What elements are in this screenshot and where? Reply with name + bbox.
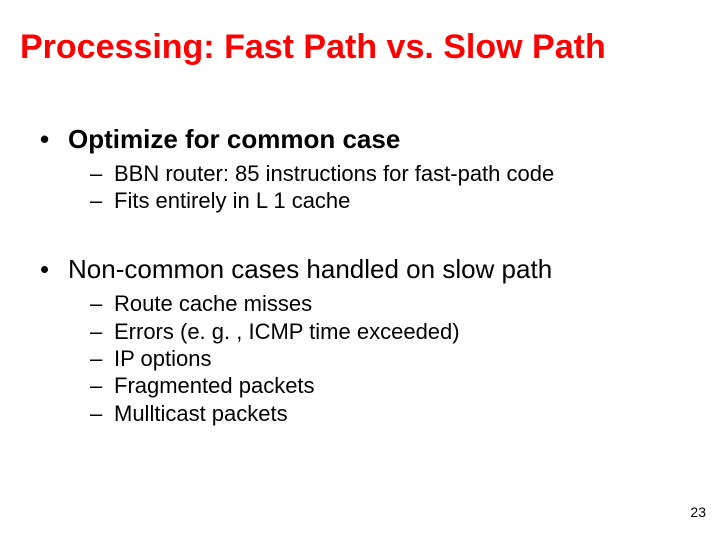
slide-body: Optimize for common case BBN router: 85 … — [40, 125, 680, 428]
slide: Processing: Fast Path vs. Slow Path Opti… — [0, 0, 720, 540]
sub-list-1: BBN router: 85 instructions for fast-pat… — [90, 161, 680, 214]
sub-text: IP options — [114, 346, 211, 371]
sub-bullet: IP options — [90, 346, 680, 371]
bullet-text: Optimize for common case — [68, 124, 400, 154]
sub-bullet: Fits entirely in L 1 cache — [90, 188, 680, 213]
sub-text: BBN router: 85 instructions for fast-pat… — [114, 161, 554, 186]
page-number: 23 — [690, 504, 706, 520]
sub-text: Errors (e. g. , ICMP time exceeded) — [114, 319, 460, 344]
sub-text: Fragmented packets — [114, 373, 315, 398]
bullet-noncommon: Non-common cases handled on slow path — [40, 255, 680, 285]
spacer — [40, 215, 680, 255]
bullet-text: Non-common cases handled on slow path — [68, 254, 552, 284]
bullet-optimize: Optimize for common case — [40, 125, 680, 155]
sub-text: Fits entirely in L 1 cache — [114, 188, 350, 213]
sub-bullet: Route cache misses — [90, 291, 680, 316]
sub-text: Route cache misses — [114, 291, 312, 316]
slide-title: Processing: Fast Path vs. Slow Path — [20, 28, 606, 67]
sub-list-2: Route cache misses Errors (e. g. , ICMP … — [90, 291, 680, 425]
sub-bullet: Mullticast packets — [90, 401, 680, 426]
sub-bullet: BBN router: 85 instructions for fast-pat… — [90, 161, 680, 186]
sub-bullet: Errors (e. g. , ICMP time exceeded) — [90, 319, 680, 344]
sub-bullet: Fragmented packets — [90, 373, 680, 398]
sub-text: Mullticast packets — [114, 401, 288, 426]
